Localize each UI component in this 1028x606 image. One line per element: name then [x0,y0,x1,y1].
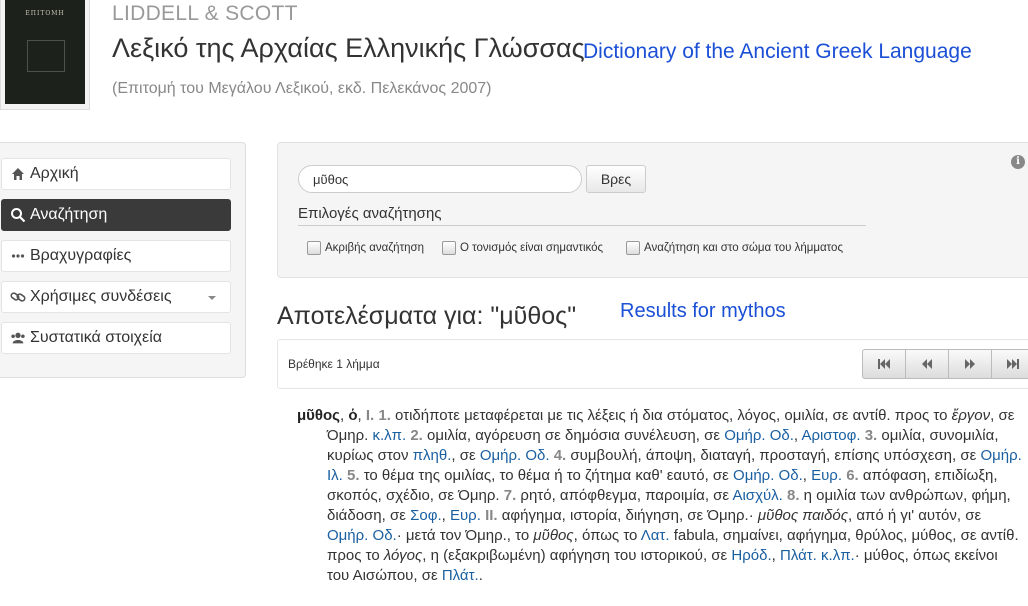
chevron-down-icon [208,296,216,300]
entry-text-segment: · μετά τον Όμηρ., το [396,527,530,544]
sense-number: 7. [503,487,517,504]
sense-number: 4. [553,447,567,464]
option-label: Ο τονισμός είναι σημαντικός [460,242,604,254]
entry-link[interactable]: κ.λπ. [372,427,406,444]
entry-text-segment: , όπως το [573,527,638,544]
last-page-button[interactable] [991,349,1028,379]
search-icon [10,207,26,223]
entry-link[interactable]: Ευρ. [811,467,842,484]
sense-number: 2. [410,427,423,444]
search-button[interactable]: Βρες [586,165,646,193]
sense-number: Ι. 1. [365,407,391,424]
users-icon [10,330,26,346]
search-body-checkbox[interactable] [626,241,640,255]
entry-text-segment: συμβουλή, άποψη, διαταγή, προσταγή, επίσ… [570,447,977,464]
entry-text-segment: , [441,507,446,524]
sense-number: ΙΙ. [485,507,498,524]
option-exact-search[interactable]: Ακριβής αναζήτηση [307,241,424,255]
entry-headword: μῦθος [297,407,340,424]
sense-number: 3. [864,427,878,444]
site-title-greek: Λεξικό της Αρχαίας Ελληνικής Γλώσσας [112,33,585,63]
previous-page-button[interactable] [905,349,949,379]
entry-text: μῦθος, ὁ, Ι. 1. οτιδήποτε μεταφέρεται με… [297,407,1022,584]
search-input[interactable] [298,165,582,193]
ellipsis-icon [10,248,26,264]
entry-link[interactable]: Πλάτ. [442,567,479,584]
entry-link[interactable]: Ομήρ. Οδ. [733,467,803,484]
entry-link[interactable]: Ομήρ. Οδ. [724,427,794,444]
nav-item-abbreviations[interactable]: Βραχυγραφίες [1,240,231,272]
entry-text-segment: ρητό, απόφθεγμα, παροιμία, σε [520,487,730,504]
entry-text-segment: . [478,567,483,584]
nav-item-components[interactable]: Συστατικά στοιχεία [1,322,231,354]
nav-item-useful-links[interactable]: Χρήσιμες συνδέσεις [1,281,231,313]
entry-italic: ἔργον [951,407,991,424]
nav-label: Συστατικά στοιχεία [30,329,162,346]
sense-number: 5. [347,467,360,484]
home-icon [10,166,26,182]
nav-item-home[interactable]: Αρχική [1,158,231,190]
entry-text-segment: το θέμα της ομιλίας, το θέμα ή το ζήτημα… [363,467,729,484]
results-bar: Βρέθηκε 1 λήμμα [277,339,1028,389]
entry-link[interactable]: Αισχύλ. [732,487,782,504]
nav-label: Αρχική [30,165,79,182]
results-count: Βρέθηκε 1 λήμμα [288,357,380,371]
entry-link[interactable]: Πλάτ. κ.λπ. [780,547,855,564]
entry-italic: μῦθος παιδός [757,507,848,524]
option-search-body[interactable]: Αναζήτηση και στο σώμα του λήμματος [626,241,843,255]
first-page-button[interactable] [862,349,906,379]
entry-link[interactable]: Σοφ. [410,507,442,524]
entry-link[interactable]: Λατ. [641,527,670,544]
sense-number: 6. [846,467,859,484]
first-page-icon [878,359,890,369]
entry-italic: λόγος [383,547,423,564]
sidebar-nav: Αρχική Αναζήτηση Βραχυγραφίες Χρήσιμες σ… [0,142,246,378]
entry-link[interactable]: Ομήρ. Οδ. [480,447,550,464]
previous-page-icon [922,359,932,369]
exact-search-checkbox[interactable] [307,241,321,255]
entry-article: ὁ [348,407,358,424]
results-title: Αποτελέσματα για: "μῦθος" [277,302,577,330]
pagination [862,349,1028,379]
entry-link[interactable]: Ευρ. [450,507,481,524]
entry-text-segment: , σε [451,447,476,464]
page-header: ΕΠΙΤΟΜΗ LIDDELL & SCOTT Λεξικό της Αρχαί… [0,0,1028,120]
cover-title: ΕΠΙΤΟΜΗ [25,10,65,17]
accent-sensitive-checkbox[interactable] [442,241,456,255]
entry-italic: μῦθος [533,527,574,544]
link-icon [10,289,26,305]
option-accent-sensitive[interactable]: Ο τονισμός είναι σημαντικός [442,241,603,255]
entry-text-segment: , η (εξακριβωμένη) αφήγηση του ιστορικού… [422,547,728,564]
site-subtitle: (Επιτομή του Μεγάλου Λεξικού, εκδ. Πελεκ… [112,80,492,97]
entry-link[interactable]: Ηρόδ. [731,547,771,564]
entry-text-segment: , [802,467,807,484]
entry-text-segment: , από ή γι' αυτόν, σε [848,507,982,524]
option-label: Αναζήτηση και στο σώμα του λήμματος [644,242,843,254]
nav-item-search[interactable]: Αναζήτηση [1,199,231,231]
search-options-title: Επιλογές αναζήτησης [298,205,866,226]
search-panel: Βρες i Επιλογές αναζήτησης Ακριβής αναζή… [277,142,1028,278]
entry-link[interactable]: Αριστοφ. [801,427,860,444]
entry-link[interactable]: πληθ. [413,447,452,464]
sense-number: 8. [786,487,800,504]
entry-text-segment: ομιλία, αγόρευση σε δημόσια συνέλευση, σ… [427,427,721,444]
dictionary-entry: μῦθος, ὁ, Ι. 1. οτιδήποτε μεταφέρεται με… [297,406,1023,586]
site-title-english: Dictionary of the Ancient Greek Language [583,40,972,63]
last-page-icon [1007,359,1019,369]
entry-link[interactable]: Ομήρ. Οδ. [327,527,397,544]
entry-text-segment: αφήγημα, ιστορία, διήγηση, σε Όμηρ.· [501,507,754,524]
option-label: Ακριβής αναζήτηση [325,242,425,254]
book-cover-image: ΕΠΙΤΟΜΗ [0,0,90,110]
next-page-icon [965,359,975,369]
entry-text-segment: , [771,547,776,564]
brand-name: LIDDELL & SCOTT [112,2,298,25]
nav-label: Αναζήτηση [30,206,108,223]
entry-text-segment: , [793,427,799,444]
info-icon[interactable]: i [1011,155,1025,169]
results-title-english: Results for mythos [620,300,786,322]
entry-text-segment: οτιδήποτε μεταφέρεται με τις λέξεις ή δι… [395,407,948,424]
nav-label: Χρήσιμες συνδέσεις [30,288,172,305]
next-page-button[interactable] [948,349,992,379]
nav-label: Βραχυγραφίες [30,247,132,264]
